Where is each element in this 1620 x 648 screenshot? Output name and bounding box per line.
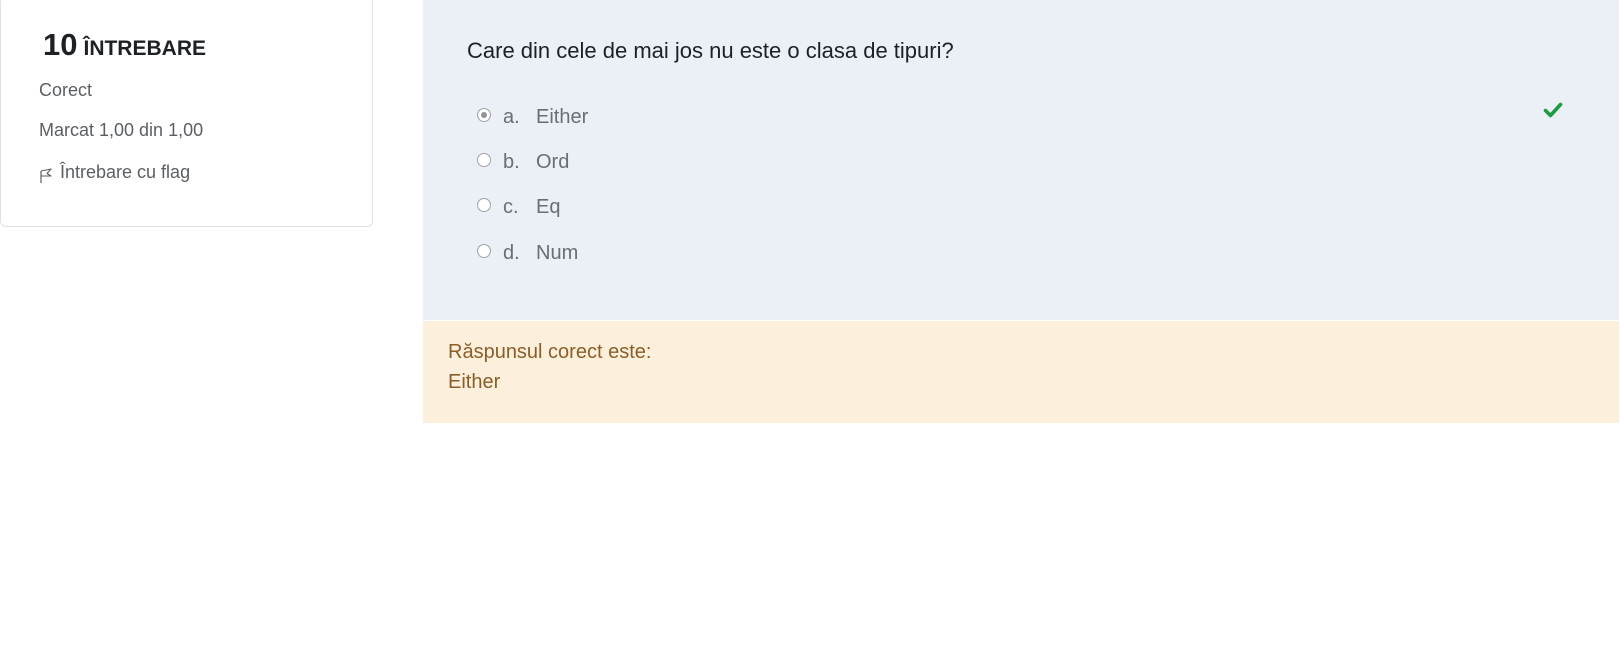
radio-a[interactable] — [477, 108, 491, 122]
option-text: Num — [536, 241, 579, 264]
option-letter: d. — [503, 241, 520, 264]
flag-outline-icon — [39, 168, 53, 184]
feedback-label: Răspunsul corect este: — [448, 341, 652, 363]
answer-option-c[interactable]: c. Eq — [477, 194, 560, 220]
radio-d[interactable] — [477, 244, 491, 258]
answer-option-b[interactable]: b. Ord — [477, 149, 569, 175]
question-text: Care din cele de mai jos nu este o clasa… — [467, 38, 954, 63]
radio-b[interactable] — [477, 153, 491, 167]
option-text: Ord — [536, 150, 570, 173]
correct-answer-feedback: Răspunsul corect este: Either — [423, 321, 1619, 423]
flag-label: Întrebare cu flag — [60, 161, 191, 182]
option-letter: b. — [503, 150, 520, 173]
feedback-answer: Either — [448, 371, 501, 393]
question-label: ÎNTREBARE — [83, 37, 206, 60]
answer-option-a[interactable]: a. Either — [477, 104, 588, 130]
question-state: Corect — [39, 80, 93, 100]
option-letter: c. — [503, 195, 519, 218]
question-info-card: 10 ÎNTREBARE Corect Marcat 1,00 din 1,00 … — [0, 0, 373, 227]
question-grade: Marcat 1,00 din 1,00 — [39, 120, 204, 140]
option-text: Eq — [536, 195, 561, 218]
flag-question-link[interactable]: Întrebare cu flag — [39, 160, 190, 184]
quiz-review-page: 10 ÎNTREBARE Corect Marcat 1,00 din 1,00 … — [0, 0, 1620, 648]
checkmark-icon — [1543, 101, 1563, 119]
radio-c[interactable] — [477, 198, 491, 212]
question-heading: 10 ÎNTREBARE — [43, 27, 206, 63]
option-text: Either — [536, 105, 589, 128]
option-letter: a. — [503, 105, 520, 128]
question-formulation: Care din cele de mai jos nu este o clasa… — [423, 0, 1619, 320]
answer-option-d[interactable]: d. Num — [477, 240, 578, 266]
question-number: 10 — [43, 27, 78, 62]
